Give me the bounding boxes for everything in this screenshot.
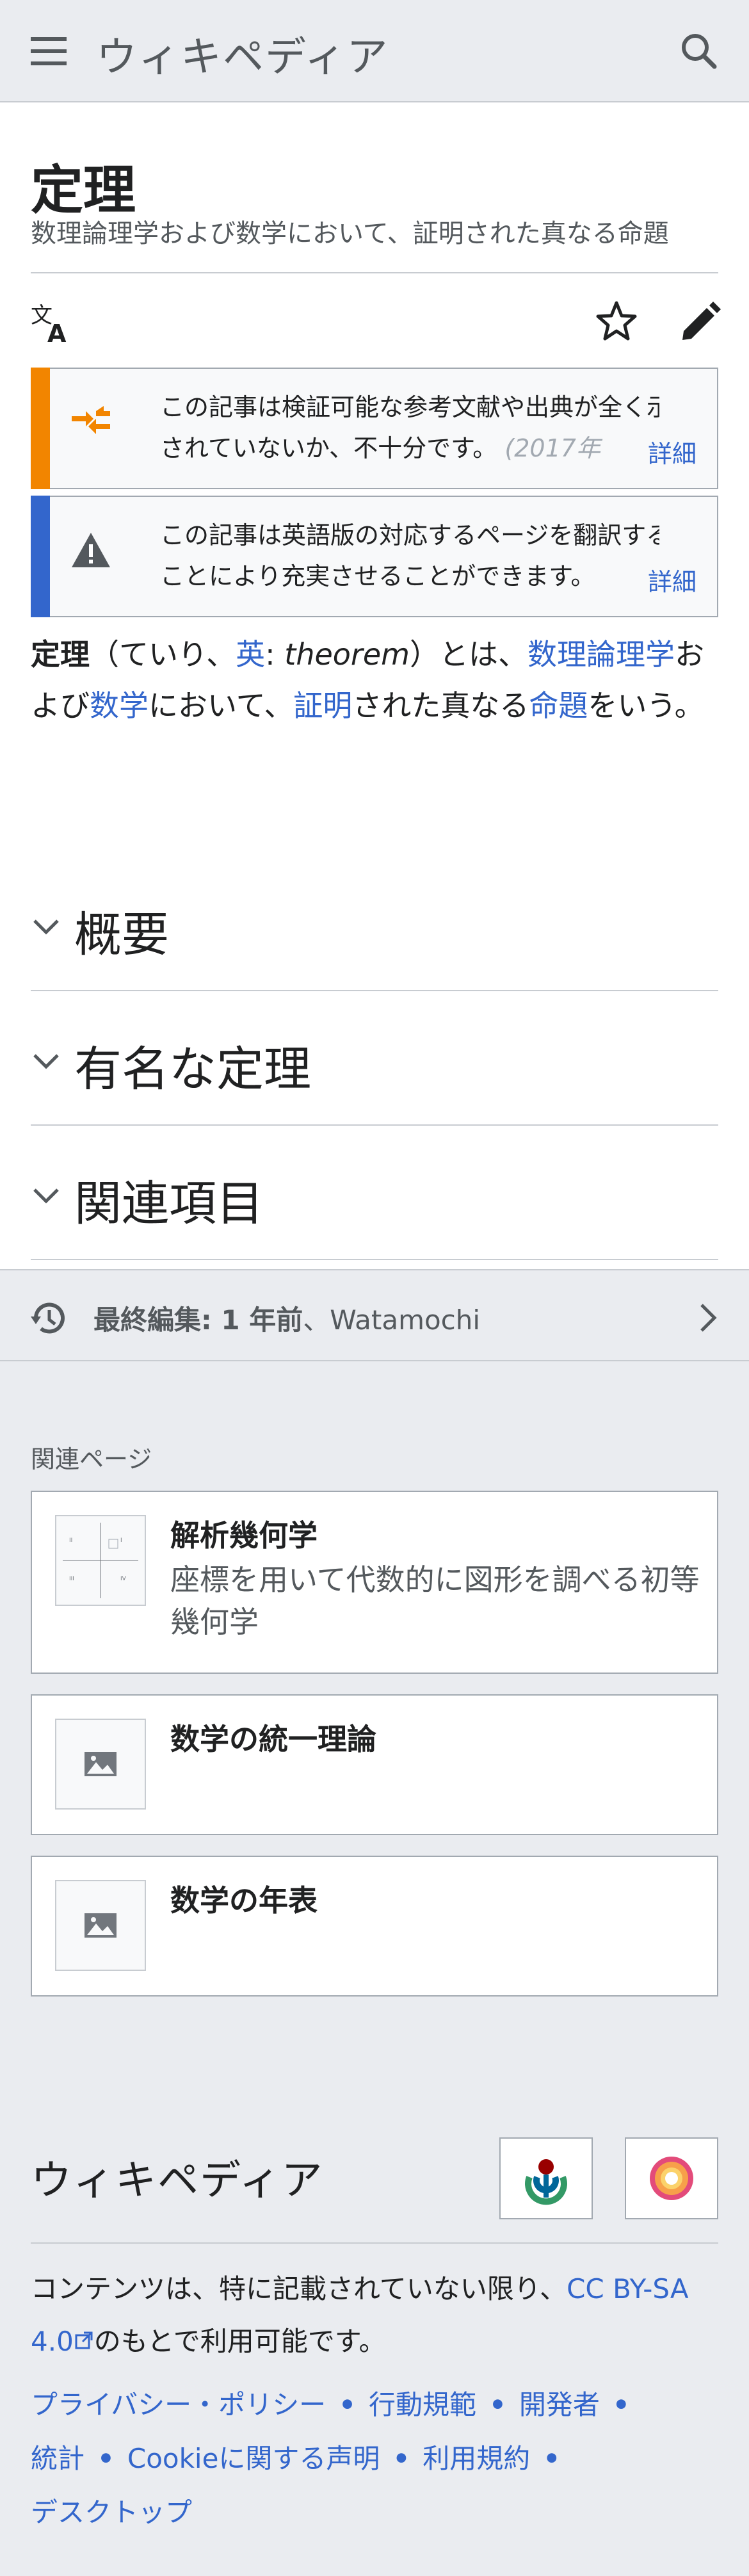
related-pages-heading: 関連ページ [31,1445,152,1473]
footer-link-terms[interactable]: 利用規約 [423,2443,530,2474]
svg-text:A: A [47,320,67,344]
notice-bar [31,496,50,617]
watch-star-icon[interactable] [593,298,640,345]
license-text: コンテンツは、特に記載されていない限り、CC BY-SA 4.0 のもとで利用可能… [31,2273,689,2357]
site-wordmark[interactable]: ウィキペディア [96,24,389,83]
lead-paragraph: 定理（ていり、英: theorem）とは、数理論理学および数学において、証明され… [31,637,704,723]
section-heading: 関連項目 [74,1176,264,1231]
last-edited-text: 最終編集: 1 年前、Watamochi [93,1304,481,1336]
footer-link-developers[interactable]: 開発者 [519,2389,600,2420]
related-card[interactable]: 数学の年表 [31,1856,718,1997]
notice-bar [31,368,50,489]
section-overview[interactable]: 概要 [31,857,718,991]
notice-refimprove: この記事は検証可能な参考文献や出典が全く示 されていないか、不十分です。 (20… [31,368,718,489]
external-link-icon [75,2331,93,2349]
svg-text:I: I [120,1537,122,1544]
card-title: 数学の年表 [170,1883,318,1918]
title-divider [31,272,718,273]
footer-wordmark: ウィキペディア [31,2157,324,2205]
section-heading: 有名な定理 [74,1042,311,1097]
link-math-logic[interactable]: 数理論理学 [528,637,675,672]
chevron-down-icon [33,919,59,935]
chevron-right-icon [700,1304,717,1332]
footer-divider [31,2242,718,2244]
notice-text: この記事は英語版の対応するページを翻訳する ことにより充実させることができます。 [160,521,659,590]
image-placeholder-icon [55,1880,146,1971]
page-tagline: 数理論理学および数学において、証明された真なる命題 [31,219,669,248]
related-card[interactable]: 数学の統一理論 [31,1694,718,1835]
last-edited-bar[interactable]: 最終編集: 1 年前、Watamochi [0,1269,749,1361]
svg-text:II: II [69,1537,72,1544]
footer-link-statistics[interactable]: 統計 [31,2443,85,2474]
mediawiki-logo-icon[interactable] [625,2137,718,2219]
chevron-down-icon [33,1188,59,1204]
card-title: 数学の統一理論 [170,1722,376,1756]
top-header: ウィキペディア [0,0,749,102]
notice-text: この記事は検証可能な参考文献や出典が全く示 されていないか、不十分です。 (20… [160,393,659,462]
section-see-also[interactable]: 関連項目 [31,1126,718,1260]
link-proposition[interactable]: 命題 [529,688,588,723]
footer-links: プライバシー・ポリシー • 行動規範 • 開発者 • 統計 • Cookieに関する声明 • 利用… [31,2389,630,2528]
notice-detail-link[interactable]: 詳細 [637,434,697,469]
notice-detail-link[interactable]: 詳細 [637,562,697,597]
card-description: 座標を用いて代数的に図形を調べる初等幾何学 [170,1562,700,1639]
notice-translate: この記事は英語版の対応するページを翻訳する ことにより充実させることができます。… [31,496,718,617]
merge-arrows-icon [68,400,114,446]
link-proof[interactable]: 証明 [293,688,352,723]
history-icon [31,1302,65,1334]
footer-link-desktop[interactable]: デスクトップ [31,2497,192,2528]
link-english[interactable]: 英 [236,637,265,672]
card-thumbnail: II I III IV [55,1515,146,1606]
search-icon[interactable] [675,27,723,76]
footer-link-privacy[interactable]: プライバシー・ポリシー [31,2389,326,2420]
footer-link-code-of-conduct[interactable]: 行動規範 [369,2389,476,2420]
section-heading: 概要 [74,907,169,962]
svg-text:III: III [69,1576,74,1582]
alert-icon [68,528,114,574]
related-card[interactable]: II I III IV 解析幾何学 座標を用いて代数的に図形を調べる初等幾何学 [31,1491,718,1674]
link-math[interactable]: 数学 [90,688,149,723]
section-famous-theorems[interactable]: 有名な定理 [31,991,718,1126]
lower-area: 関連ページ II I III IV 解析幾何学 座標を用いて代数的に図形を調べる… [0,1361,749,2576]
wikimedia-logo-icon[interactable] [499,2137,593,2219]
menu-icon[interactable] [31,37,67,65]
edit-pencil-icon[interactable] [677,298,723,344]
image-placeholder-icon [55,1719,146,1810]
footer-link-cookie[interactable]: Cookieに関する声明 [127,2443,380,2474]
chevron-down-icon [33,1054,59,1069]
card-title: 解析幾何学 [170,1518,318,1553]
language-icon[interactable]: 文 A [31,301,74,348]
svg-text:IV: IV [120,1576,127,1582]
